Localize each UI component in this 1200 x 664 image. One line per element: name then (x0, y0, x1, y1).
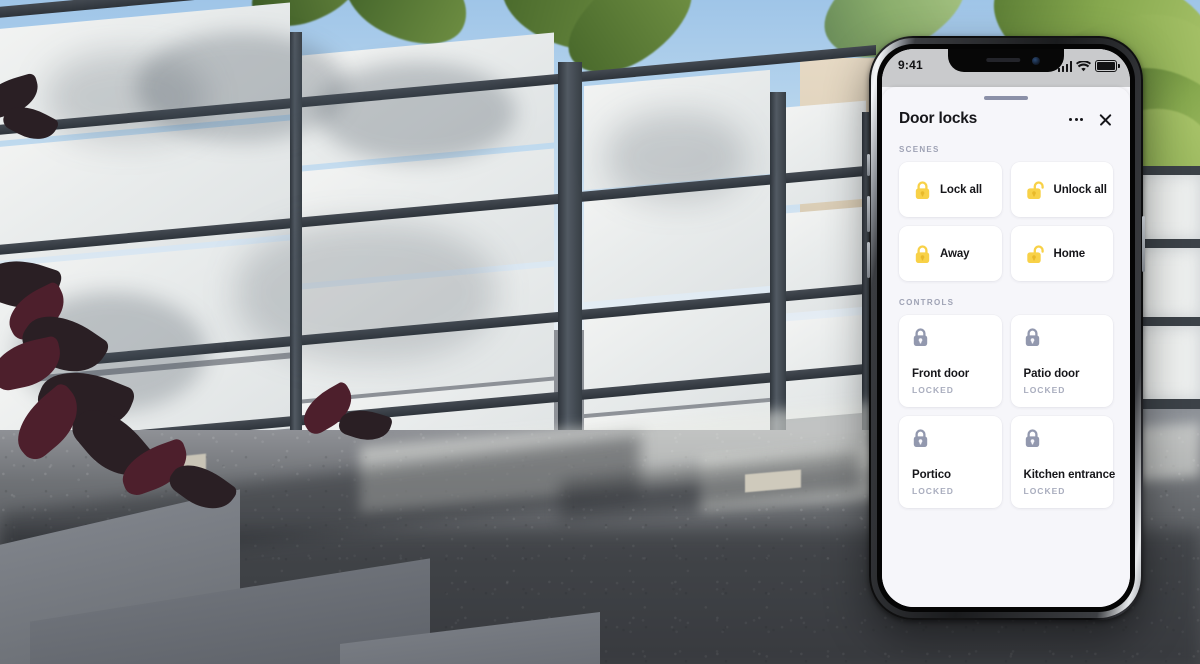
volume-down-button[interactable] (867, 242, 870, 278)
front-camera-icon (1032, 56, 1040, 65)
scene-card-unlock-all[interactable]: Unlock all (1010, 162, 1113, 217)
lock-closed-icon (915, 244, 930, 263)
notch (948, 49, 1064, 72)
header-actions (1068, 112, 1113, 127)
status-badge: LOCKED (1023, 486, 1066, 496)
control-name: Portico (912, 469, 951, 481)
cellular-bars-icon (1057, 61, 1072, 72)
scene-card-lock-all[interactable]: Lock all (899, 162, 1002, 217)
control-card-kitchen-entrance[interactable]: Kitchen entrance LOCKED (1010, 416, 1116, 508)
status-bar-indicators (1057, 60, 1120, 72)
lock-open-icon (1026, 180, 1044, 199)
scenes-grid: Lock all Unlock all Away Home (882, 162, 1130, 281)
phone-screen: 9:41 Door locks SCENES Lock all Unlock a… (882, 49, 1130, 607)
status-badge: LOCKED (912, 486, 954, 496)
controls-grid: Front door LOCKED Patio door LOCKED Port… (882, 315, 1130, 508)
lock-open-icon (1026, 244, 1044, 263)
power-button[interactable] (1142, 216, 1145, 272)
scene-label: Home (1053, 247, 1086, 260)
status-badge: LOCKED (1023, 385, 1066, 395)
scene-label: Unlock all (1053, 183, 1107, 196)
close-icon[interactable] (1098, 112, 1113, 127)
scenes-section-label: SCENES (899, 145, 940, 154)
mute-switch[interactable] (867, 154, 870, 176)
scene-label: Away (940, 247, 970, 260)
status-bar: 9:41 (882, 49, 1130, 87)
scene-card-home[interactable]: Home (1010, 226, 1113, 281)
control-name: Patio door (1023, 368, 1080, 380)
control-card-front-door[interactable]: Front door LOCKED (899, 315, 1002, 407)
battery-full-icon (1095, 60, 1120, 72)
control-name: Front door (912, 368, 970, 380)
earpiece-speaker-icon (986, 58, 1021, 62)
door-locks-sheet: Door locks SCENES Lock all Unlock all Aw… (882, 87, 1130, 607)
control-name: Kitchen entrance (1023, 469, 1116, 481)
screenshot-stage: 9:41 Door locks SCENES Lock all Unlock a… (0, 0, 1200, 664)
lock-closed-icon (913, 429, 928, 447)
sheet-header: Door locks (882, 100, 1130, 128)
status-bar-time: 9:41 (898, 58, 923, 72)
lock-closed-icon (1025, 328, 1039, 346)
status-badge: LOCKED (912, 385, 954, 395)
lock-closed-icon (915, 180, 930, 199)
control-card-portico[interactable]: Portico LOCKED (899, 416, 1002, 508)
phone-mockup: 9:41 Door locks SCENES Lock all Unlock a… (867, 36, 1145, 620)
scene-label: Lock all (940, 183, 983, 196)
page-title: Door locks (899, 110, 978, 127)
controls-section-label: CONTROLS (899, 298, 955, 307)
more-options-icon[interactable] (1068, 112, 1084, 127)
lock-closed-icon (913, 328, 928, 346)
volume-up-button[interactable] (867, 196, 870, 232)
scene-card-away[interactable]: Away (899, 226, 1002, 281)
lock-closed-icon (1025, 429, 1039, 447)
wifi-icon (1076, 61, 1091, 72)
control-card-patio-door[interactable]: Patio door LOCKED (1010, 315, 1113, 407)
